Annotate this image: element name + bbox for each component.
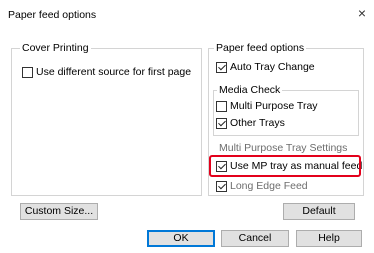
checkbox-checked-icon [216,61,227,73]
title-bar: Paper feed options × [0,0,374,28]
ok-button[interactable]: OK [147,230,215,247]
help-button[interactable]: Help [296,230,362,247]
media-check-label: Media Check [217,84,283,96]
paper-feed-options-label: Paper feed options [214,42,307,54]
different-source-checkbox[interactable]: Use different source for first page [22,66,191,78]
checkbox-checked-icon [216,180,227,192]
window-title: Paper feed options [8,9,97,21]
different-source-label: Use different source for first page [36,66,192,78]
multi-purpose-tray-checkbox[interactable]: Multi Purpose Tray [216,100,318,112]
long-edge-feed-label: Long Edge Feed [230,180,308,192]
cover-printing-label: Cover Printing [20,42,91,54]
checkbox-unchecked-icon [22,66,33,78]
cancel-button[interactable]: Cancel [221,230,289,247]
custom-size-button[interactable]: Custom Size... [20,203,98,220]
checkbox-unchecked-icon [216,100,227,112]
default-button[interactable]: Default [283,203,355,220]
long-edge-feed-checkbox[interactable]: Long Edge Feed [216,180,308,192]
auto-tray-change-checkbox[interactable]: Auto Tray Change [216,61,315,73]
other-trays-label: Other Trays [230,117,285,129]
checkbox-checked-icon [216,117,227,129]
close-icon[interactable]: × [358,6,366,20]
highlight-box [209,155,361,177]
auto-tray-change-label: Auto Tray Change [230,61,315,73]
media-check-group [213,90,359,136]
mp-tray-settings-label: Multi Purpose Tray Settings [217,142,350,154]
other-trays-checkbox[interactable]: Other Trays [216,117,285,129]
multi-purpose-tray-label: Multi Purpose Tray [230,100,318,112]
